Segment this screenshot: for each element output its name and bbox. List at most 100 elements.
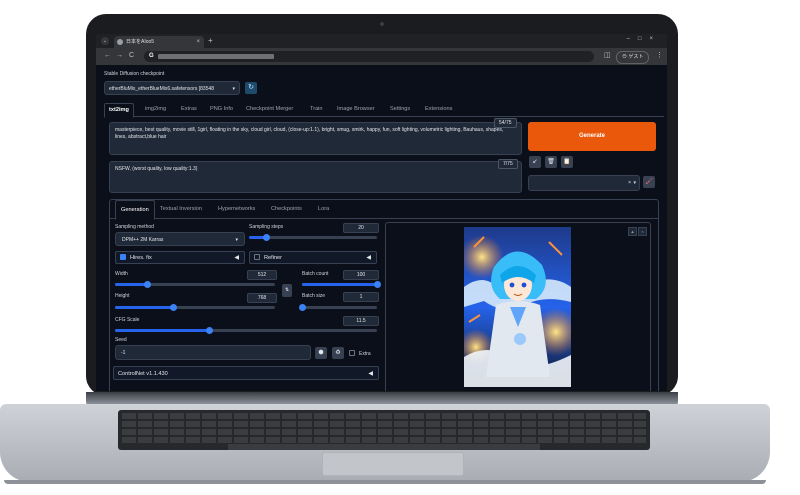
batch-size-label: Batch size (302, 293, 326, 299)
main-tabs: txt2img img2img Extras PNG Info Checkpoi… (104, 103, 664, 118)
brush-icon[interactable]: 🖌 (643, 176, 655, 188)
refiner-checkbox[interactable] (254, 254, 260, 260)
sampling-steps-input[interactable]: 20 (343, 223, 379, 233)
height-label: Height (115, 293, 130, 299)
height-input[interactable]: 768 (247, 293, 277, 303)
laptop-foot (4, 480, 766, 484)
refresh-checkpoint-button[interactable]: ↻ (245, 82, 257, 94)
prompt-token-counter: 54/75 (494, 118, 517, 128)
close-icon[interactable]: × (638, 227, 647, 236)
batch-size-input[interactable]: 1 (343, 292, 379, 302)
tab-extras[interactable]: Extras (181, 103, 197, 116)
browser-tab-title: 日本をAIoo5 (126, 39, 155, 45)
guest-label: ゲスト (628, 54, 644, 60)
tab-png-info[interactable]: PNG Info (210, 103, 233, 116)
refiner-accordion[interactable]: Refiner ◀ (249, 251, 377, 264)
checkpoint-select[interactable]: etherBluMix_etherBlueMix6.safetensors [8… (104, 81, 240, 95)
fullscreen-icon[interactable]: ▲ (628, 227, 637, 236)
url-redacted (158, 54, 274, 59)
sampling-steps-slider[interactable] (249, 234, 377, 241)
tab-search-icon[interactable]: ⌄ (101, 37, 109, 45)
sampling-steps-label: Sampling steps (249, 224, 284, 230)
sampling-method-label: Sampling method (115, 224, 154, 230)
sampling-method-select[interactable]: DPM++ 2M Karras ▾ (115, 232, 245, 246)
hires-fix-checkbox[interactable] (120, 254, 126, 260)
browser-menu-icon[interactable]: ⋮ (656, 51, 663, 59)
browser-tab[interactable]: 日本をAIoo5 × (114, 36, 204, 48)
clipboard-icon[interactable]: 📋 (561, 156, 573, 168)
seed-label: Seed (115, 337, 127, 343)
browser-tab-bar: ⌄ 日本をAIoo5 × + –□× (96, 34, 667, 48)
tab-txt2img[interactable]: txt2img (104, 103, 134, 118)
controlnet-accordion[interactable]: ControlNet v1.1.430 ◀ (113, 366, 379, 380)
height-slider[interactable] (115, 304, 275, 311)
back-icon[interactable]: ← (104, 51, 111, 61)
batch-count-label: Batch count (302, 271, 329, 277)
prompt-textarea[interactable]: masterpiece, best quality, movie still, … (109, 122, 522, 155)
hires-fix-label: Hires. fix (130, 255, 152, 261)
cfg-scale-label: CFG Scale (115, 317, 140, 323)
tab-hypernetworks[interactable]: Hypernetworks (218, 200, 255, 218)
batch-size-slider[interactable] (299, 304, 377, 311)
tab-train[interactable]: Train (310, 103, 323, 116)
tab-checkpoint-merger[interactable]: Checkpoint Merger (246, 103, 293, 116)
negative-token-counter: 7/75 (498, 159, 518, 169)
dice-icon[interactable]: ⬢ (315, 347, 327, 359)
collapse-icon: ◀ (366, 255, 371, 261)
extra-option[interactable]: Extra (349, 350, 371, 357)
checkpoint-value: etherBluMix_etherBlueMix6.safetensors [8… (109, 86, 215, 92)
tab-img2img[interactable]: img2img (145, 103, 166, 116)
swap-dimensions-button[interactable]: ⇅ (282, 284, 292, 297)
reload-icon[interactable]: C (129, 51, 134, 61)
side-panel-icon[interactable]: ◫ (604, 51, 611, 59)
cfg-scale-slider[interactable] (115, 327, 377, 334)
clear-icon[interactable]: × (628, 176, 631, 190)
styles-dropdown[interactable]: × ▾ (528, 175, 640, 191)
hires-fix-accordion[interactable]: Hires. fix ◀ (115, 251, 245, 264)
width-input[interactable]: 512 (247, 270, 277, 280)
window-controls[interactable]: –□× (627, 36, 661, 42)
extra-checkbox[interactable] (349, 350, 355, 356)
generation-panel: Generation Textual Inversion Hypernetwor… (109, 199, 659, 391)
tab-image-browser[interactable]: Image Browser (337, 103, 375, 116)
width-slider[interactable] (115, 281, 275, 288)
chevron-down-icon: ▾ (232, 86, 235, 92)
read-params-arrow-icon[interactable]: ↙ (529, 156, 541, 168)
chevron-down-icon: ▾ (235, 237, 238, 243)
width-label: Width (115, 271, 128, 277)
tab-checkpoints[interactable]: Checkpoints (271, 200, 302, 218)
generate-button[interactable]: Generate (528, 122, 656, 151)
forward-icon[interactable]: → (116, 51, 123, 61)
trash-icon[interactable]: 🗑 (545, 156, 557, 168)
favicon-icon (117, 39, 123, 45)
batch-count-input[interactable]: 100 (343, 270, 379, 280)
new-tab-button[interactable]: + (208, 36, 213, 46)
tab-extensions[interactable]: Extensions (425, 103, 452, 116)
collapse-icon: ◀ (368, 371, 373, 377)
anime-girl-image (458, 227, 580, 387)
keyboard (118, 410, 650, 450)
negative-prompt-textarea[interactable]: NSFW, (worst quality, low quality:1.3) (109, 161, 522, 193)
webui: Stable Diffusion checkpoint etherBluMix_… (96, 65, 667, 391)
trackpad (322, 452, 464, 476)
tab-close-icon[interactable]: × (196, 36, 200, 48)
batch-count-slider[interactable] (302, 281, 381, 288)
cfg-scale-input[interactable]: 11.5 (343, 316, 379, 326)
sampling-method-value: DPM++ 2M Karras (122, 237, 164, 243)
recycle-icon[interactable]: ♻ (332, 347, 344, 359)
tab-settings[interactable]: Settings (390, 103, 410, 116)
tab-lora[interactable]: Lora (318, 200, 329, 218)
refiner-label: Refiner (264, 255, 283, 261)
webcam (380, 22, 384, 26)
sub-tabs: Generation Textual Inversion Hypernetwor… (110, 200, 658, 220)
checkpoint-label: Stable Diffusion checkpoint (104, 71, 165, 77)
omnibox[interactable]: G (144, 51, 594, 62)
profile-guest-button[interactable]: ⊖ ゲスト (616, 51, 650, 64)
seed-input[interactable]: -1 (115, 345, 311, 360)
tab-generation[interactable]: Generation (115, 200, 155, 220)
google-icon: G (149, 53, 154, 59)
generated-image[interactable] (458, 227, 580, 387)
controlnet-label: ControlNet v1.1.430 (118, 371, 168, 377)
tab-textual-inversion[interactable]: Textual Inversion (160, 200, 202, 218)
output-gallery: ▲ × (385, 222, 651, 391)
